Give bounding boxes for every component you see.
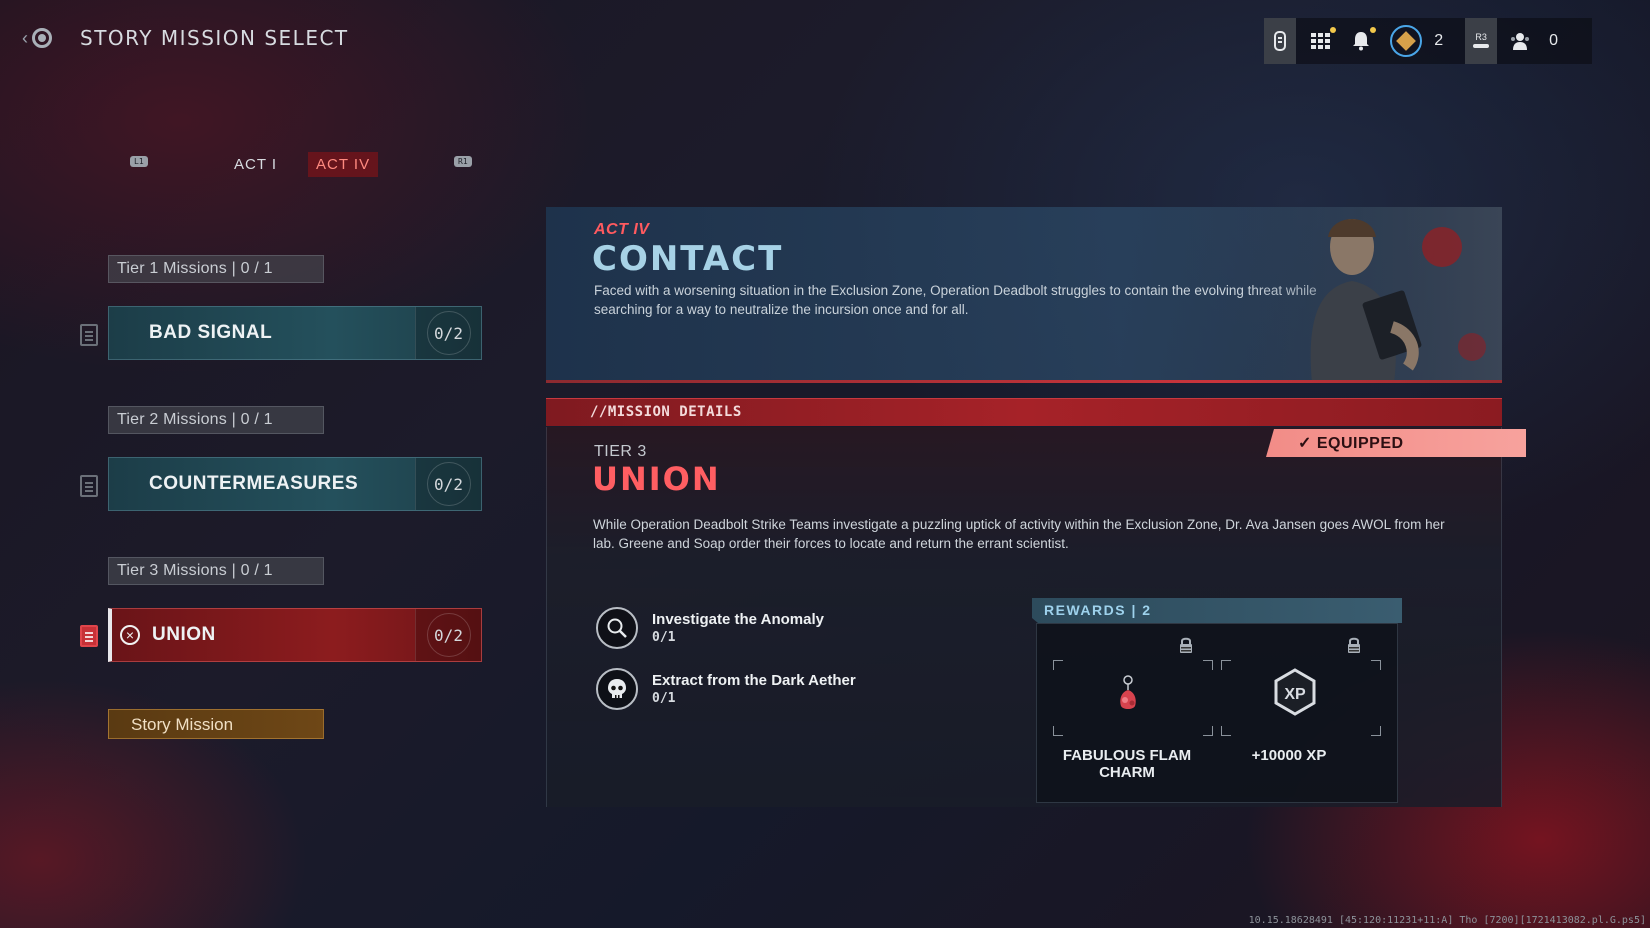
r3-button[interactable]: R3 [1465,18,1498,64]
document-icon [80,324,98,346]
lock-icon [1180,637,1192,653]
l1-bumper-icon[interactable]: L1 [130,156,148,167]
mission-bad-signal[interactable]: BAD SIGNAL 0/2 [108,306,482,360]
tier-3-label: Tier 3 Missions | 0 / 1 [108,557,324,585]
close-circle-icon[interactable]: × [120,625,140,645]
lock-icon [1348,637,1360,653]
party-icon [1511,33,1530,50]
party-count: 0 [1549,32,1558,49]
objective-title: Investigate the Anomaly [652,611,824,628]
back-chevron-icon[interactable]: ‹ [22,28,28,49]
notifications-button[interactable] [1350,27,1377,52]
mission-union[interactable]: × UNION 0/2 [108,608,482,662]
xp-badge-icon: XP [1274,668,1316,716]
controller-icon [1274,31,1287,51]
mission-name: UNION [152,624,216,645]
party-button[interactable] [1509,30,1531,52]
mission-tier: TIER 3 [594,443,647,460]
controller-button[interactable] [1264,18,1297,64]
reward-name: FABULOUS FLAM CHARM [1062,747,1192,781]
document-icon [80,625,98,647]
rank-count: 2 [1434,32,1444,49]
mission-name: COUNTERMEASURES [149,473,359,494]
xp-badge-text: XP [1284,686,1306,703]
page-title: STORY MISSION SELECT [80,26,349,50]
skull-icon [596,668,638,710]
grid-menu-button[interactable] [1310,27,1337,52]
reward-name: +10000 XP [1251,747,1327,764]
charm-icon [1120,675,1136,709]
mission-details-label: //MISSION DETAILS [590,404,742,420]
act-kicker: ACT IV [594,221,650,238]
document-icon [80,475,98,497]
act-tabs: L1 ACT I ACT IV R1 [130,150,472,180]
mission-progress: 0/2 [415,458,481,510]
objective-progress: 0/1 [652,630,676,645]
act-title: CONTACT [592,239,784,279]
tab-act-i[interactable]: ACT I [226,152,285,177]
act-description: Faced with a worsening situation in the … [594,283,1317,317]
reward-item[interactable]: XP +10000 XP [1205,624,1381,804]
check-icon: ✓ [1298,435,1312,452]
tab-act-iv[interactable]: ACT IV [308,152,379,177]
rank-icon[interactable] [1390,25,1423,57]
r3-label: R3 [1475,32,1487,42]
act-header: ACT IV CONTACT Faced with a worsening si… [546,207,1502,383]
equipped-label: EQUIPPED [1316,435,1404,452]
r1-bumper-icon[interactable]: R1 [454,156,472,167]
back-button-icon[interactable] [32,28,52,48]
notification-dot [1330,27,1337,33]
grid-icon [1311,33,1331,49]
notification-dot [1370,27,1377,33]
mission-countermeasures[interactable]: COUNTERMEASURES 0/2 [108,457,482,511]
mission-title: UNION [592,460,721,498]
mission-progress: 0/2 [415,609,481,661]
magnifier-icon [596,607,638,649]
mission-description: While Operation Deadbolt Strike Teams in… [593,517,1445,551]
objective-item: Extract from the Dark Aether 0/1 [596,668,856,710]
mission-details-bar: //MISSION DETAILS [546,398,1502,426]
rewards-header: REWARDS | 2 [1032,598,1402,623]
rewards-panel: FABULOUS FLAM CHARM XP +10000 XP [1036,623,1398,803]
objective-item: Investigate the Anomaly 0/1 [596,607,824,649]
top-bar: 2 R3 0 [1264,18,1592,64]
objective-progress: 0/1 [652,691,676,706]
mission-name: BAD SIGNAL [149,322,273,343]
story-mission-badge: Story Mission [108,709,324,739]
debug-build-info: 10.15.18628491 [45:120:11231+11:A] Tho [… [1248,915,1646,926]
objective-title: Extract from the Dark Aether [652,672,856,689]
mission-progress: 0/2 [415,307,481,359]
operator-portrait-icon [1242,207,1502,383]
bell-icon [1353,32,1370,51]
header: ‹ STORY MISSION SELECT [22,26,349,50]
r3-stick-icon [1473,44,1490,48]
tier-2-label: Tier 2 Missions | 0 / 1 [108,406,324,434]
reward-item[interactable]: FABULOUS FLAM CHARM [1037,624,1213,804]
equipped-badge: ✓ EQUIPPED [1266,429,1526,457]
tier-1-label: Tier 1 Missions | 0 / 1 [108,255,324,283]
